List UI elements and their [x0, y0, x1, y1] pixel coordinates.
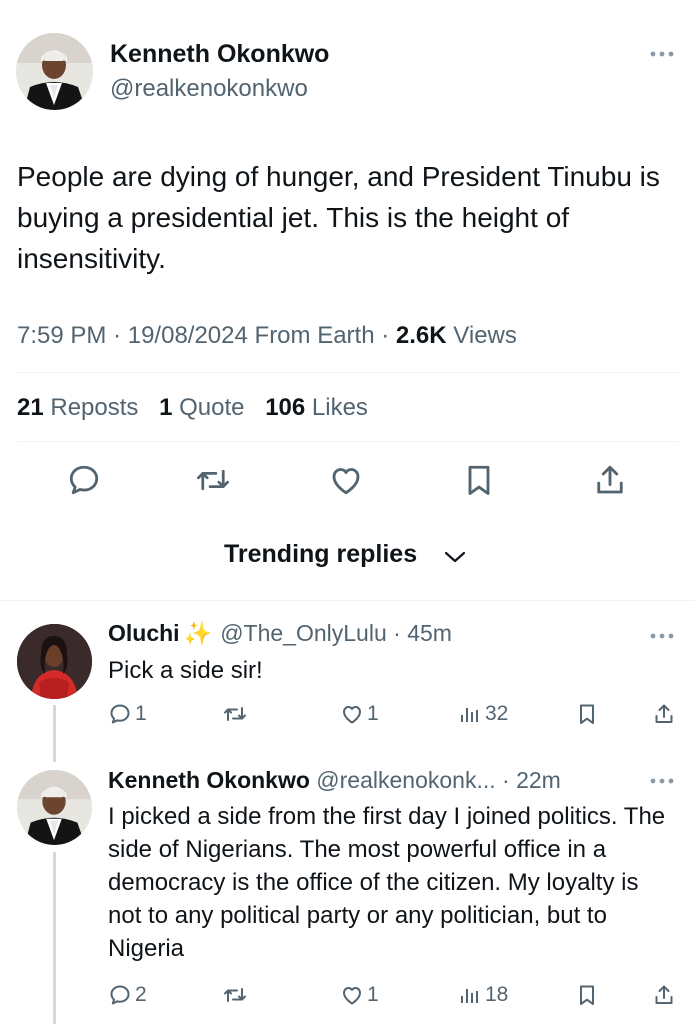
reply-time[interactable]: 45m	[407, 620, 452, 646]
reply-time[interactable]: 22m	[516, 767, 561, 793]
lawyer-portrait-image	[16, 33, 93, 110]
reply-action-like[interactable]: 1	[340, 983, 379, 1007]
more-options-icon[interactable]	[648, 771, 676, 791]
quotes-count: 1	[159, 394, 173, 421]
reply-action-views[interactable]: 32	[458, 702, 508, 726]
reply-action-like[interactable]: 1	[340, 702, 379, 726]
reply-action-repost[interactable]	[222, 702, 251, 726]
likes-count: 106	[265, 394, 306, 421]
reply-action-repost[interactable]	[222, 983, 251, 1007]
bookmark-icon[interactable]	[462, 462, 496, 498]
quotes-stat[interactable]: 1 Quote	[159, 394, 244, 421]
view-count: 18	[485, 983, 509, 1006]
reply-author-name[interactable]: Kenneth Okonkwo	[108, 767, 310, 793]
reply-text: I picked a side from the first day I joi…	[108, 803, 666, 962]
more-options-icon[interactable]	[648, 626, 676, 646]
thread-line	[53, 705, 56, 762]
reply-action-bookmark[interactable]	[576, 983, 598, 1007]
reply-avatar[interactable]	[17, 624, 92, 699]
meta-separator: ·	[113, 322, 128, 349]
like-count: 1	[367, 702, 379, 725]
like-icon[interactable]	[328, 462, 364, 498]
woman-red-dress-image	[17, 624, 92, 699]
reply-count: 2	[135, 983, 147, 1006]
sparkles-emoji: ✨	[183, 620, 213, 646]
author-avatar[interactable]	[16, 33, 93, 110]
tweet-source: From Earth	[254, 322, 375, 349]
reply-action-reply[interactable]: 2	[108, 983, 147, 1007]
tweet-time[interactable]: 7:59 PM	[17, 322, 106, 349]
views-count: 2.6K	[395, 322, 447, 349]
meta-separator: ·	[386, 620, 408, 646]
tweet-date[interactable]: 19/08/2024	[128, 322, 248, 349]
tweet-text: People are dying of hunger, and Presiden…	[17, 161, 660, 274]
share-icon[interactable]	[592, 462, 628, 498]
like-count: 1	[367, 983, 379, 1006]
views-icon	[461, 708, 478, 722]
like-icon	[343, 987, 361, 1005]
reposts-label: Reposts	[50, 394, 139, 421]
reply-icon[interactable]	[66, 462, 102, 498]
views-label: Views	[453, 322, 517, 349]
reply-action-bookmark[interactable]	[576, 702, 598, 726]
more-options-icon[interactable]	[648, 44, 676, 64]
reposts-stat[interactable]: 21 Reposts	[17, 394, 138, 421]
trending-replies-sort[interactable]: Trending replies	[224, 540, 417, 569]
repost-icon	[224, 707, 246, 721]
views-icon	[461, 989, 478, 1003]
reply-header: Oluchi ✨ @The_OnlyLulu · 45m	[108, 620, 452, 647]
reply-icon	[110, 704, 130, 724]
meta-separator: ·	[381, 322, 396, 349]
reply-author-handle[interactable]: @The_OnlyLulu	[220, 620, 387, 646]
reply-count: 1	[135, 702, 147, 725]
reply-action-share[interactable]	[652, 983, 676, 1007]
thread-line	[53, 852, 56, 1024]
bookmark-icon	[580, 985, 594, 1005]
divider	[0, 600, 695, 601]
reply-text: Pick a side sir!	[108, 657, 263, 684]
repost-icon	[224, 988, 246, 1002]
reply-author-handle[interactable]: @realkenokonk...	[316, 767, 495, 793]
reply-action-views[interactable]: 18	[458, 983, 508, 1007]
likes-label: Likes	[311, 394, 368, 421]
reply-author-name[interactable]: Oluchi	[108, 620, 180, 646]
reply-avatar[interactable]	[17, 770, 92, 845]
reply-header: Kenneth Okonkwo @realkenokonk... · 22m	[108, 767, 561, 794]
author-handle[interactable]: @realkenokonkwo	[110, 75, 308, 103]
author-name[interactable]: Kenneth Okonkwo	[110, 40, 329, 69]
likes-stat[interactable]: 106 Likes	[265, 394, 368, 421]
meta-separator: ·	[495, 767, 517, 793]
chevron-down-icon[interactable]	[442, 547, 468, 567]
reply-action-share[interactable]	[652, 702, 676, 726]
reply-icon	[110, 985, 130, 1005]
reply-action-reply[interactable]: 1	[108, 702, 147, 726]
share-icon	[655, 985, 673, 1004]
view-count: 32	[485, 702, 509, 725]
bookmark-icon	[580, 704, 594, 724]
quotes-label: Quote	[179, 394, 245, 421]
lawyer-portrait-image	[17, 770, 92, 845]
divider	[17, 441, 678, 442]
tweet-meta: 7:59 PM · 19/08/2024 From Earth · 2.6K V…	[17, 322, 517, 350]
divider	[17, 372, 678, 373]
repost-icon[interactable]	[194, 462, 232, 498]
like-icon	[343, 706, 361, 724]
engagement-stats: 21 Reposts 1 Quote 106 Likes	[17, 394, 382, 422]
share-icon	[655, 704, 673, 723]
reposts-count: 21	[17, 394, 44, 421]
